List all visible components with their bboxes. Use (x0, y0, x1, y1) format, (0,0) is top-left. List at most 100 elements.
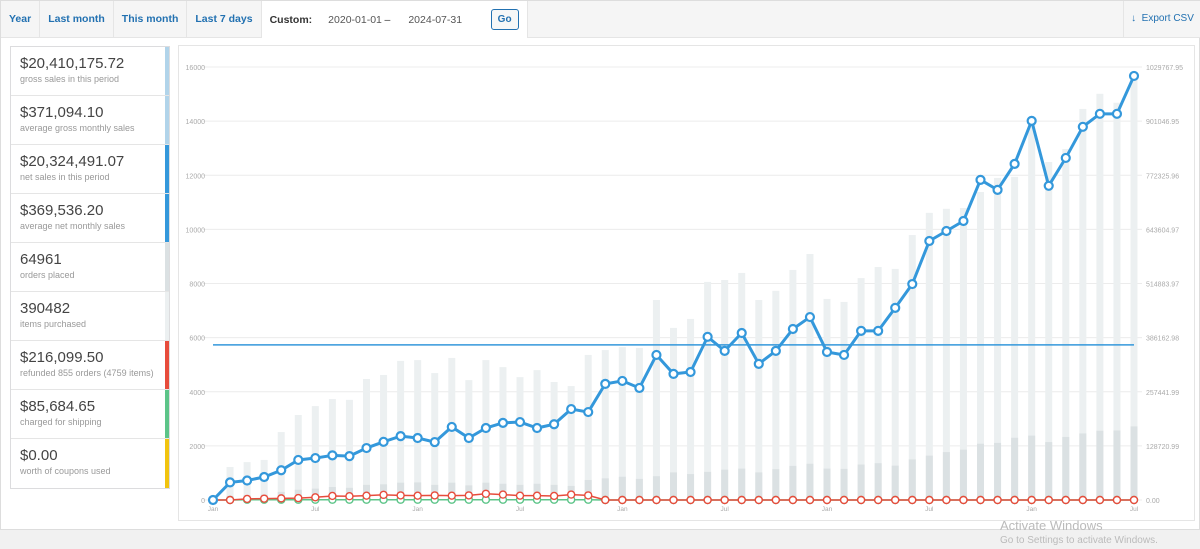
bar[interactable] (635, 347, 643, 500)
data-point[interactable] (276, 465, 287, 476)
data-point[interactable] (429, 436, 440, 448)
data-point[interactable] (549, 491, 559, 501)
bar[interactable] (328, 399, 336, 500)
legend-item[interactable]: $20,410,175.72 gross sales in this perio… (11, 47, 169, 96)
bar[interactable] (891, 465, 899, 500)
data-point[interactable] (311, 493, 320, 502)
data-point[interactable] (873, 495, 883, 505)
data-point[interactable] (821, 346, 833, 358)
bar[interactable] (687, 318, 695, 500)
data-point[interactable] (464, 491, 474, 500)
bar[interactable] (516, 377, 524, 500)
data-point[interactable] (942, 495, 951, 505)
legend-item[interactable]: $371,094.10 average gross monthly sales (11, 96, 169, 145)
data-point[interactable] (225, 495, 235, 505)
data-point[interactable] (856, 495, 866, 505)
bar[interactable] (1130, 426, 1138, 500)
bar[interactable] (533, 370, 541, 500)
bar[interactable] (806, 254, 814, 500)
bar[interactable] (789, 269, 797, 500)
bar[interactable] (1096, 430, 1104, 500)
tab-this-month[interactable]: This month (114, 1, 188, 37)
bar[interactable] (1028, 435, 1036, 500)
data-point[interactable] (651, 349, 662, 361)
data-point[interactable] (1043, 180, 1054, 191)
data-point[interactable] (924, 235, 935, 247)
data-point[interactable] (1128, 70, 1140, 82)
data-point[interactable] (549, 419, 560, 430)
start-date-input[interactable]: 2020-01-01 (328, 14, 384, 26)
bar[interactable] (1062, 436, 1070, 500)
bar[interactable] (431, 373, 439, 500)
bar[interactable] (806, 463, 814, 500)
data-point[interactable] (1111, 108, 1123, 119)
data-point[interactable] (224, 477, 236, 488)
bar[interactable] (959, 449, 967, 500)
tab-year[interactable]: Year (1, 1, 41, 37)
data-point[interactable] (242, 494, 252, 504)
data-point[interactable] (652, 495, 661, 505)
data-point[interactable] (1027, 495, 1036, 505)
legend-item[interactable]: 390482 items purchased (11, 292, 169, 341)
data-point[interactable] (566, 490, 576, 499)
end-date-input[interactable]: 2024-07-31 (408, 14, 464, 26)
bar[interactable] (874, 463, 882, 500)
data-point[interactable] (685, 366, 696, 378)
data-point[interactable] (327, 450, 338, 461)
data-point[interactable] (753, 358, 764, 369)
data-point[interactable] (873, 325, 884, 336)
data-point[interactable] (361, 442, 372, 454)
tab-last-7-days[interactable]: Last 7 days (187, 1, 262, 37)
data-point[interactable] (378, 436, 389, 447)
data-point[interactable] (293, 454, 304, 466)
data-point[interactable] (838, 349, 850, 361)
data-point[interactable] (1010, 495, 1019, 505)
bar[interactable] (363, 379, 370, 500)
bar[interactable] (704, 471, 712, 500)
legend-item[interactable]: $0.00 worth of coupons used (11, 439, 169, 488)
data-point[interactable] (907, 278, 918, 290)
bar[interactable] (345, 399, 353, 500)
data-point[interactable] (1060, 152, 1071, 164)
bar[interactable] (755, 300, 763, 500)
data-point[interactable] (719, 345, 730, 356)
data-point[interactable] (1078, 495, 1088, 505)
bar[interactable] (567, 386, 575, 500)
data-point[interactable] (259, 494, 269, 503)
data-point[interactable] (514, 416, 526, 428)
data-point[interactable] (822, 495, 832, 505)
data-point[interactable] (686, 495, 695, 505)
data-point[interactable] (584, 491, 593, 500)
data-point[interactable] (515, 491, 525, 500)
legend-item[interactable]: $85,684.65 charged for shipping (11, 390, 169, 439)
bar[interactable] (721, 469, 729, 500)
data-point[interactable] (720, 495, 729, 505)
bar[interactable] (789, 465, 797, 500)
data-point[interactable] (497, 417, 509, 428)
data-point[interactable] (958, 215, 969, 227)
bar[interactable] (772, 290, 780, 500)
data-point[interactable] (430, 491, 439, 500)
bar[interactable] (499, 367, 507, 500)
data-point[interactable] (668, 368, 679, 379)
bar[interactable] (857, 464, 865, 500)
data-point[interactable] (310, 452, 321, 464)
bar[interactable] (1045, 442, 1053, 500)
bar[interactable] (908, 459, 916, 500)
bar[interactable] (994, 442, 1002, 500)
bar[interactable] (738, 272, 746, 500)
data-point[interactable] (788, 495, 798, 505)
data-point[interactable] (362, 491, 371, 500)
data-point[interactable] (1129, 495, 1139, 505)
data-point[interactable] (1061, 495, 1070, 505)
bar[interactable] (652, 300, 660, 500)
tab-last-month[interactable]: Last month (40, 1, 114, 37)
bar[interactable] (584, 354, 592, 500)
data-point[interactable] (412, 432, 423, 444)
data-point[interactable] (1112, 495, 1122, 505)
data-point[interactable] (447, 491, 456, 500)
data-point[interactable] (600, 378, 611, 390)
legend-item[interactable]: $20,324,491.07 net sales in this period (11, 145, 169, 194)
data-point[interactable] (908, 495, 917, 505)
data-point[interactable] (1094, 108, 1105, 119)
